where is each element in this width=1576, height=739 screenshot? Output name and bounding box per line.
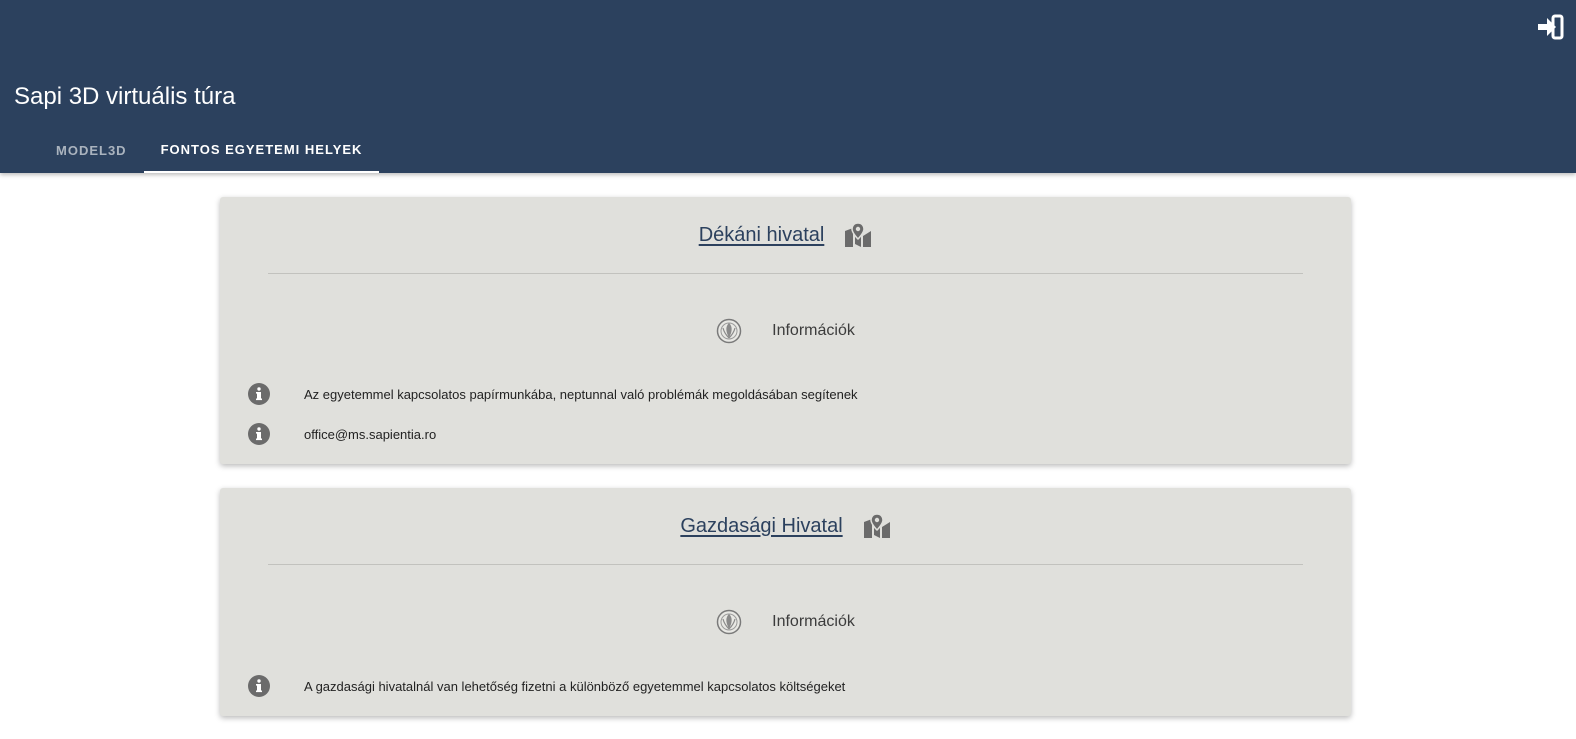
app-header: Sapi 3D virtuális túra MODEL3D FONTOS EG… (0, 0, 1576, 173)
university-logo-icon (716, 318, 742, 344)
place-title-link[interactable]: Gazdasági Hivatal (680, 515, 842, 538)
info-list: A gazdasági hivatalnál van lehetőség fiz… (220, 666, 1351, 706)
tab-model3d[interactable]: MODEL3D (39, 127, 144, 173)
info-section-header: Információk (220, 274, 1351, 388)
university-logo-icon (716, 609, 742, 635)
info-section-header: Információk (220, 565, 1351, 679)
map-marker-icon[interactable] (844, 222, 872, 248)
app-title: Sapi 3D virtuális túra (14, 83, 236, 110)
list-item: Az egyetemmel kapcsolatos papírmunkába, … (248, 374, 1323, 414)
list-item: office@ms.sapientia.ro (248, 414, 1323, 454)
place-title-link[interactable]: Dékáni hivatal (699, 224, 825, 247)
list-item: A gazdasági hivatalnál van lehetőség fiz… (248, 666, 1323, 706)
info-label: Információk (772, 613, 855, 630)
info-list: Az egyetemmel kapcsolatos papírmunkába, … (220, 374, 1351, 454)
tab-bar: MODEL3D FONTOS EGYETEMI HELYEK (39, 127, 380, 173)
sign-in-icon[interactable] (1536, 14, 1564, 40)
place-card: Gazdasági Hivatal Információk A gazdaság… (220, 488, 1351, 716)
info-icon (248, 675, 270, 697)
info-icon (248, 423, 270, 445)
place-card: Dékáni hivatal Információk Az egyetemmel… (220, 197, 1351, 464)
card-header: Dékáni hivatal (220, 197, 1351, 273)
info-text: A gazdasági hivatalnál van lehetőség fiz… (304, 678, 846, 694)
card-header: Gazdasági Hivatal (220, 488, 1351, 564)
tab-fontos-egyetemi-helyek[interactable]: FONTOS EGYETEMI HELYEK (143, 127, 380, 173)
info-icon (248, 383, 270, 405)
info-text: Az egyetemmel kapcsolatos papírmunkába, … (304, 386, 858, 402)
info-text: office@ms.sapientia.ro (304, 426, 437, 442)
places-list: Dékáni hivatal Információk Az egyetemmel… (0, 173, 1576, 739)
map-marker-icon[interactable] (863, 513, 891, 539)
info-label: Információk (772, 322, 855, 339)
